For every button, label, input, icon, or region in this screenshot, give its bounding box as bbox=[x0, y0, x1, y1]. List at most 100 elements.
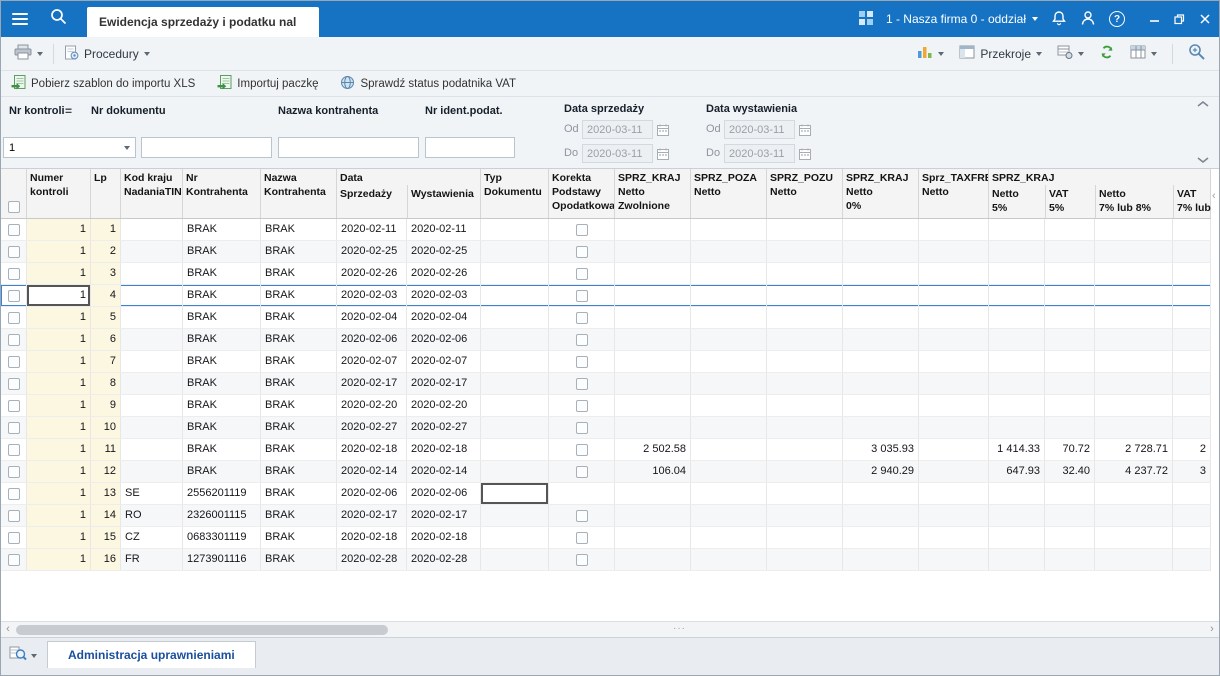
column-header-netto78[interactable]: Netto7% lub 8% bbox=[1095, 185, 1173, 218]
refresh-button[interactable] bbox=[1094, 41, 1120, 66]
chart-button[interactable] bbox=[912, 42, 949, 65]
row-checkbox[interactable] bbox=[8, 356, 20, 368]
nr-kontroli-operator[interactable]: = bbox=[65, 104, 72, 118]
calendar-icon[interactable] bbox=[797, 145, 813, 163]
expand-filters-button[interactable] bbox=[1193, 154, 1213, 166]
collapse-right-panel-arrow[interactable]: ‹ bbox=[1212, 191, 1216, 201]
table-row[interactable]: 111BRAKBRAK2020-02-182020-02-182 502.583… bbox=[1, 439, 1211, 461]
row-checkbox[interactable] bbox=[8, 510, 20, 522]
column-header-vat5[interactable]: VAT5% bbox=[1045, 185, 1095, 218]
korekta-checkbox[interactable] bbox=[576, 444, 588, 456]
row-checkbox[interactable] bbox=[8, 312, 20, 324]
locator-button[interactable] bbox=[7, 641, 39, 670]
user-button[interactable] bbox=[1080, 10, 1096, 29]
korekta-checkbox[interactable] bbox=[576, 246, 588, 258]
column-header-numer[interactable]: Numerkontroli bbox=[27, 169, 91, 218]
minimize-button[interactable] bbox=[1142, 1, 1167, 37]
notifications-button[interactable] bbox=[1051, 10, 1067, 29]
calendar-icon[interactable] bbox=[655, 121, 671, 139]
column-header-vat78[interactable]: VAT7% lub bbox=[1173, 185, 1211, 218]
korekta-checkbox[interactable] bbox=[576, 224, 588, 236]
collapse-filters-button[interactable] bbox=[1193, 98, 1213, 110]
table-row[interactable]: 116FR1273901116BRAK2020-02-282020-02-28 bbox=[1, 549, 1211, 571]
row-checkbox[interactable] bbox=[8, 466, 20, 478]
table-row[interactable]: 114RO2326001115BRAK2020-02-172020-02-17 bbox=[1, 505, 1211, 527]
column-header-nrk[interactable]: NrKontrahenta bbox=[183, 169, 261, 218]
table-row[interactable]: 112BRAKBRAK2020-02-142020-02-14106.042 9… bbox=[1, 461, 1211, 483]
column-header-sprz[interactable]: Sprzedaży bbox=[337, 185, 407, 218]
data-sprzedazy-do-input[interactable]: 2020-03-11 bbox=[582, 144, 653, 163]
column-header-typ[interactable]: TypDokumentu bbox=[481, 169, 549, 218]
scroll-left-arrow[interactable]: ‹ bbox=[1, 622, 15, 637]
column-header-pozu[interactable]: SPRZ_POZUNetto bbox=[767, 169, 843, 218]
row-checkbox[interactable] bbox=[8, 488, 20, 500]
column-header-zwol[interactable]: SPRZ_KRAJNettoZwolnione bbox=[615, 169, 691, 218]
korekta-checkbox[interactable] bbox=[576, 554, 588, 566]
table-row[interactable]: 16BRAKBRAK2020-02-062020-02-06 bbox=[1, 329, 1211, 351]
menu-button[interactable] bbox=[1, 1, 39, 37]
korekta-checkbox[interactable] bbox=[576, 312, 588, 324]
search-button[interactable] bbox=[39, 1, 77, 37]
scroll-right-arrow[interactable]: › bbox=[1205, 622, 1219, 637]
procedury-button[interactable]: Procedury bbox=[59, 42, 155, 66]
row-checkbox[interactable] bbox=[8, 334, 20, 346]
column-header-netto5[interactable]: Netto5% bbox=[989, 185, 1045, 218]
row-checkbox[interactable] bbox=[8, 400, 20, 412]
calendar-icon[interactable] bbox=[655, 145, 671, 163]
table-row[interactable]: 113SE2556201119BRAK2020-02-062020-02-06 bbox=[1, 483, 1211, 505]
column-header-poza[interactable]: SPRZ_POZANetto bbox=[691, 169, 767, 218]
nr-ident-podat-input[interactable] bbox=[425, 137, 515, 158]
scrollbar-thumb[interactable] bbox=[16, 625, 388, 635]
korekta-checkbox[interactable] bbox=[576, 400, 588, 412]
row-checkbox[interactable] bbox=[8, 554, 20, 566]
row-checkbox[interactable] bbox=[8, 246, 20, 258]
table-row[interactable]: 12BRAKBRAK2020-02-252020-02-25 bbox=[1, 241, 1211, 263]
table-row[interactable]: 11BRAKBRAK2020-02-112020-02-11 bbox=[1, 219, 1211, 241]
tab-administracja-uprawnieniami[interactable]: Administracja uprawnieniami bbox=[47, 641, 256, 668]
row-checkbox[interactable] bbox=[8, 224, 20, 236]
download-xls-template-button[interactable]: Pobierz szablon do importu XLS bbox=[11, 75, 195, 93]
table-view-button[interactable] bbox=[1125, 42, 1162, 65]
company-selector[interactable]: 1 - Nasza firma 0 - oddział bbox=[886, 12, 1038, 26]
korekta-checkbox[interactable] bbox=[576, 290, 588, 302]
data-wystawienia-od-input[interactable]: 2020-03-11 bbox=[724, 120, 795, 139]
korekta-checkbox[interactable] bbox=[576, 532, 588, 544]
korekta-checkbox[interactable] bbox=[576, 268, 588, 280]
zoom-button[interactable] bbox=[1183, 40, 1211, 67]
check-vat-status-button[interactable]: Sprawdź status podatnika VAT bbox=[340, 75, 516, 93]
nazwa-kontrahenta-input[interactable] bbox=[278, 137, 419, 158]
column-header-korekta[interactable]: KorektaPodstawyOpodatkowa bbox=[549, 169, 615, 218]
column-header-netto0[interactable]: SPRZ_KRAJNetto0% bbox=[843, 169, 919, 218]
data-sprzedazy-od-input[interactable]: 2020-03-11 bbox=[582, 120, 653, 139]
row-checkbox[interactable] bbox=[8, 268, 20, 280]
splitter-dots[interactable]: ··· bbox=[673, 623, 686, 634]
row-checkbox[interactable] bbox=[8, 290, 20, 302]
row-checkbox[interactable] bbox=[8, 444, 20, 456]
apps-grid-icon[interactable] bbox=[859, 11, 873, 28]
help-button[interactable]: ? bbox=[1109, 11, 1125, 27]
print-button[interactable] bbox=[9, 41, 48, 66]
close-button[interactable] bbox=[1192, 1, 1217, 37]
row-checkbox[interactable] bbox=[8, 378, 20, 390]
view-settings-button[interactable] bbox=[1052, 42, 1089, 65]
row-checkbox[interactable] bbox=[8, 532, 20, 544]
data-wystawienia-do-input[interactable]: 2020-03-11 bbox=[724, 144, 795, 163]
korekta-checkbox[interactable] bbox=[576, 466, 588, 478]
nr-dokumentu-input[interactable] bbox=[141, 137, 272, 158]
column-header-nazwa[interactable]: NazwaKontrahenta bbox=[261, 169, 337, 218]
table-row[interactable]: 13BRAKBRAK2020-02-262020-02-26 bbox=[1, 263, 1211, 285]
horizontal-scrollbar[interactable]: ‹ ··· › bbox=[1, 621, 1219, 637]
korekta-checkbox[interactable] bbox=[576, 422, 588, 434]
row-checkbox[interactable] bbox=[8, 422, 20, 434]
korekta-checkbox[interactable] bbox=[576, 356, 588, 368]
table-row[interactable]: 15BRAKBRAK2020-02-042020-02-04 bbox=[1, 307, 1211, 329]
select-all-checkbox[interactable] bbox=[8, 201, 20, 213]
table-row[interactable]: 110BRAKBRAK2020-02-272020-02-27 bbox=[1, 417, 1211, 439]
table-row[interactable]: 14BRAKBRAK2020-02-032020-02-03 bbox=[1, 285, 1211, 307]
przekroje-button[interactable]: Przekroje bbox=[954, 42, 1047, 65]
import-package-button[interactable]: Importuj paczkę bbox=[217, 75, 318, 93]
column-header-taxfree[interactable]: Sprz_TAXFREINetto bbox=[919, 169, 989, 218]
table-row[interactable]: 17BRAKBRAK2020-02-072020-02-07 bbox=[1, 351, 1211, 373]
korekta-checkbox[interactable] bbox=[576, 378, 588, 390]
nr-kontroli-select[interactable]: 1 bbox=[3, 137, 136, 158]
